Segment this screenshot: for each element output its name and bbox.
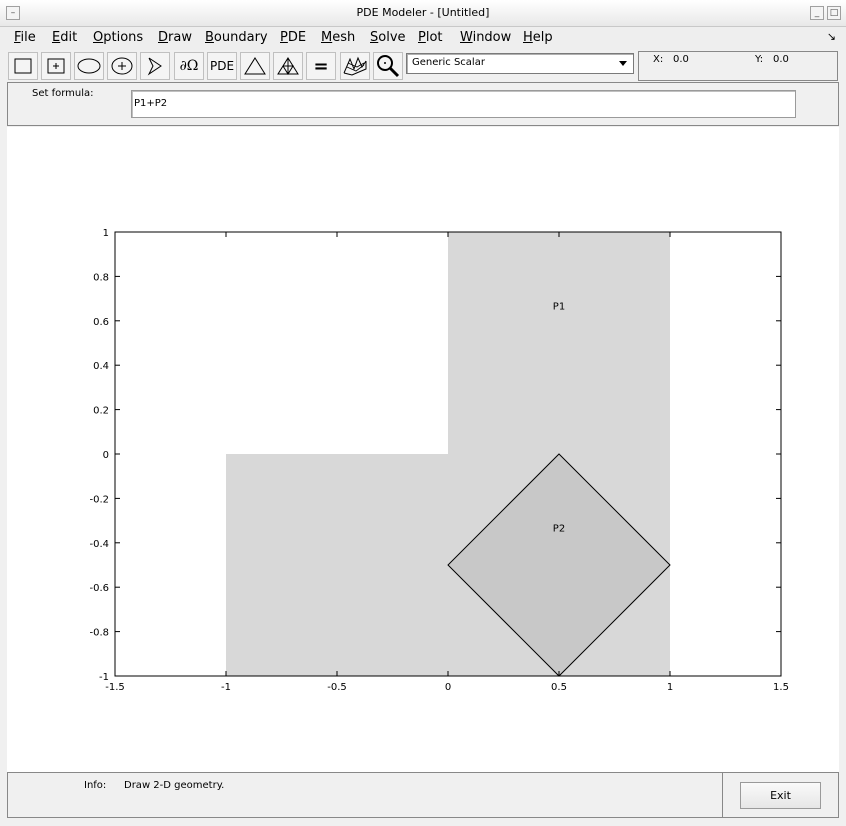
y-tick-label: -0.6 xyxy=(89,583,109,594)
y-tick-label: 0.6 xyxy=(93,317,109,328)
y-tick-label: -0.8 xyxy=(89,628,109,639)
y-tick-label: -0.4 xyxy=(89,539,109,550)
geometry-plot[interactable]: P1P2-1.5 -1 -0.5 0 0.5 1 1.510.80.60.40.20-0.2… xyxy=(0,0,846,826)
y-tick-label: -1 xyxy=(99,672,109,683)
info-text: Draw 2-D geometry. xyxy=(124,780,225,791)
shape-label-p1: P1 xyxy=(553,301,565,312)
y-tick-label: 1 xyxy=(103,228,109,239)
y-tick-label: 0.2 xyxy=(93,406,109,417)
info-label: Info: xyxy=(84,780,107,791)
y-tick-label: 0.4 xyxy=(93,361,109,372)
x-tick-label: 1.5 xyxy=(773,682,789,693)
x-tick-label: -0.5 xyxy=(327,682,347,693)
y-tick-label: -0.2 xyxy=(89,494,109,505)
y-tick-label: 0 xyxy=(103,450,109,461)
x-tick-label: 1 xyxy=(667,682,673,693)
x-tick-label: 0 xyxy=(445,682,451,693)
y-tick-label: 0.8 xyxy=(93,272,109,283)
x-tick-label: 0.5 xyxy=(551,682,567,693)
shape-label-p2: P2 xyxy=(553,523,565,534)
status-panel xyxy=(7,772,723,818)
x-tick-label: -1 xyxy=(221,682,231,693)
x-tick-label: -1.5 xyxy=(105,682,125,693)
exit-button[interactable]: Exit xyxy=(740,782,821,809)
